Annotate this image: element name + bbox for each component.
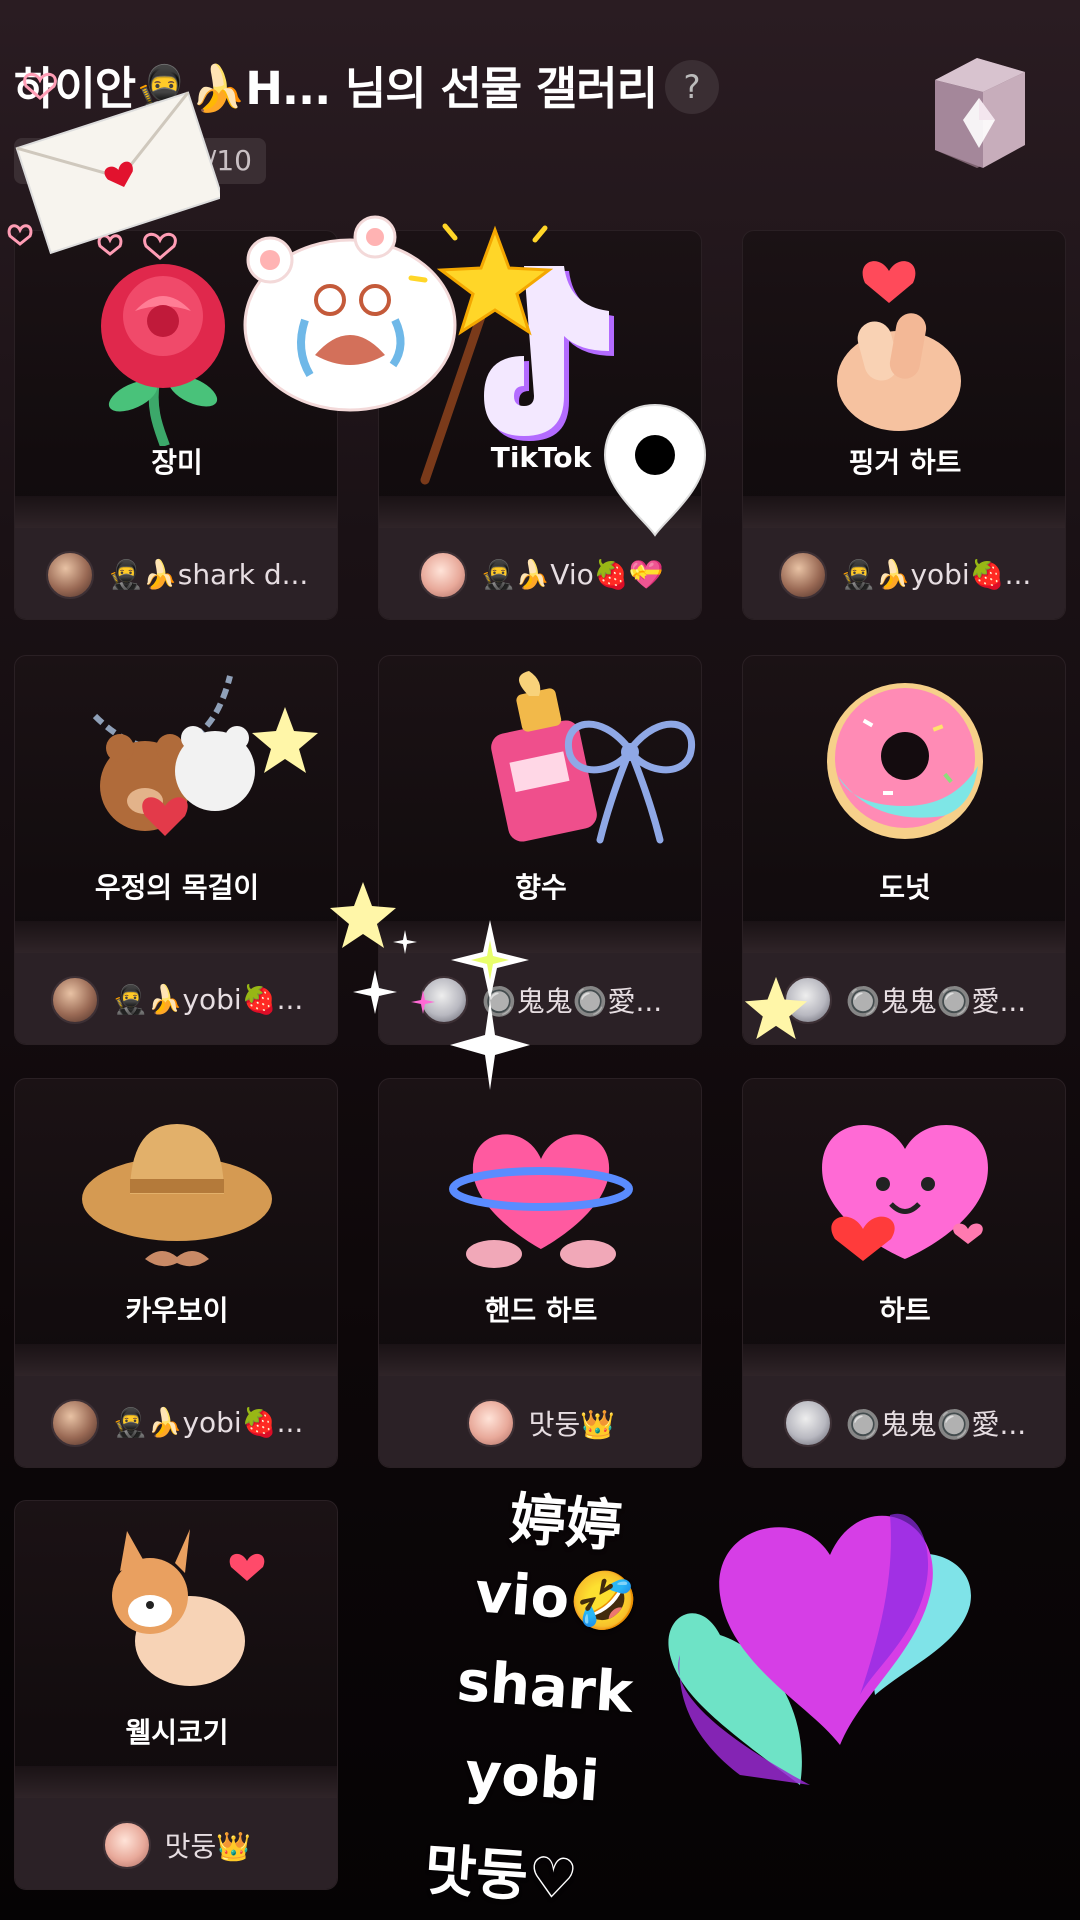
gift-name: 우정의 목걸이 bbox=[94, 871, 260, 904]
card-shelf bbox=[15, 921, 337, 953]
sender-avatar bbox=[46, 550, 94, 599]
sender-name: 🔘鬼鬼🔘愛... bbox=[845, 984, 1027, 1018]
card-shelf bbox=[743, 496, 1065, 528]
blue-bow-sticker bbox=[565, 720, 695, 844]
donut-icon bbox=[827, 683, 983, 839]
gift-card-corgi[interactable]: 웰시코기 맛둥👑 bbox=[14, 1500, 338, 1890]
sender-name: 🥷🍌Vio🍓💝 bbox=[480, 558, 664, 591]
sender-name: 맛둥👑 bbox=[528, 1407, 616, 1441]
gift-sender[interactable]: 🥷🍌yobi🍓... bbox=[15, 953, 337, 1044]
overlay-text-line: vio🤣 bbox=[472, 1560, 641, 1637]
gift-name: 웰시코기 bbox=[125, 1716, 229, 1749]
gift-sender[interactable]: 🥷🍌yobi🍓... bbox=[743, 528, 1065, 619]
gift-sender[interactable]: 🥷🍌yobi🍓... bbox=[15, 1376, 337, 1467]
sender-avatar bbox=[783, 1398, 832, 1447]
star-sticker bbox=[252, 707, 318, 773]
gift-name: 핑거 하트 bbox=[848, 446, 962, 479]
card-shelf bbox=[15, 1766, 337, 1798]
cowboy-hat-icon bbox=[82, 1124, 272, 1267]
sender-name: 🥷🍌yobi🍓... bbox=[112, 1406, 304, 1439]
gift-name: 하트 bbox=[879, 1294, 931, 1327]
sender-name: 🔘鬼鬼🔘愛... bbox=[845, 1407, 1027, 1441]
sender-name: 🥷🍌shark d... bbox=[108, 558, 308, 591]
corgi-icon bbox=[112, 1529, 265, 1686]
gift-card-heart[interactable]: 하트 🔘鬼鬼🔘愛... bbox=[742, 1078, 1066, 1468]
sender-avatar bbox=[778, 550, 827, 599]
card-shelf bbox=[743, 1344, 1065, 1376]
card-shelf bbox=[15, 496, 337, 528]
overlay-text-line: shark bbox=[454, 1648, 635, 1727]
gallery-crystal-icon[interactable] bbox=[915, 50, 1040, 175]
map-pin-sticker bbox=[603, 403, 707, 537]
gift-sender[interactable]: 맛둥👑 bbox=[379, 1376, 701, 1467]
hearts-sticker bbox=[668, 1513, 971, 1785]
gift-sender[interactable]: 🥷🍌shark d... bbox=[15, 528, 337, 619]
gift-card-cowboy[interactable]: 카우보이 🥷🍌yobi🍓... bbox=[14, 1078, 338, 1468]
overlay-text-line: 맛둥♡ bbox=[422, 1837, 580, 1914]
gift-name: 핸드 하트 bbox=[484, 1294, 598, 1327]
card-shelf bbox=[743, 921, 1065, 953]
sparkles-sticker bbox=[353, 920, 530, 1090]
gift-sender[interactable]: 🥷🍌Vio🍓💝 bbox=[379, 528, 701, 619]
star-sticker bbox=[744, 976, 808, 1040]
sender-avatar bbox=[466, 1398, 515, 1447]
sender-name: 🥷🍌yobi🍓... bbox=[840, 558, 1032, 591]
heart-character-icon bbox=[822, 1125, 988, 1261]
gift-card-finger-heart[interactable]: 핑거 하트 🥷🍌yobi🍓... bbox=[742, 230, 1066, 620]
gift-name: 도넛 bbox=[879, 871, 931, 904]
overlay-text-line: 婷婷 bbox=[507, 1487, 624, 1560]
magic-wand-sticker bbox=[408, 223, 554, 485]
gift-name: 향수 bbox=[515, 871, 567, 904]
help-button[interactable]: ? bbox=[665, 60, 719, 114]
love-letter-sticker bbox=[7, 72, 220, 260]
sender-name: 🥷🍌yobi🍓... bbox=[112, 983, 304, 1016]
sender-avatar bbox=[418, 550, 467, 599]
overlay-text-line: yobi bbox=[462, 1740, 602, 1815]
gift-card-hand-heart[interactable]: 핸드 하트 맛둥👑 bbox=[378, 1078, 702, 1468]
gift-sender[interactable]: 🔘鬼鬼🔘愛... bbox=[743, 1376, 1065, 1467]
gift-name: 카우보이 bbox=[125, 1294, 229, 1327]
sender-avatar bbox=[102, 1820, 151, 1869]
gift-sender[interactable]: 맛둥👑 bbox=[15, 1798, 337, 1889]
sender-name: 맛둥👑 bbox=[164, 1829, 252, 1863]
finger-heart-icon bbox=[837, 261, 961, 431]
gift-name: 장미 bbox=[151, 446, 203, 479]
card-shelf bbox=[379, 1344, 701, 1376]
card-shelf bbox=[15, 1344, 337, 1376]
hand-heart-icon bbox=[449, 1134, 633, 1268]
sender-avatar bbox=[50, 975, 99, 1024]
sender-avatar bbox=[50, 1398, 99, 1447]
